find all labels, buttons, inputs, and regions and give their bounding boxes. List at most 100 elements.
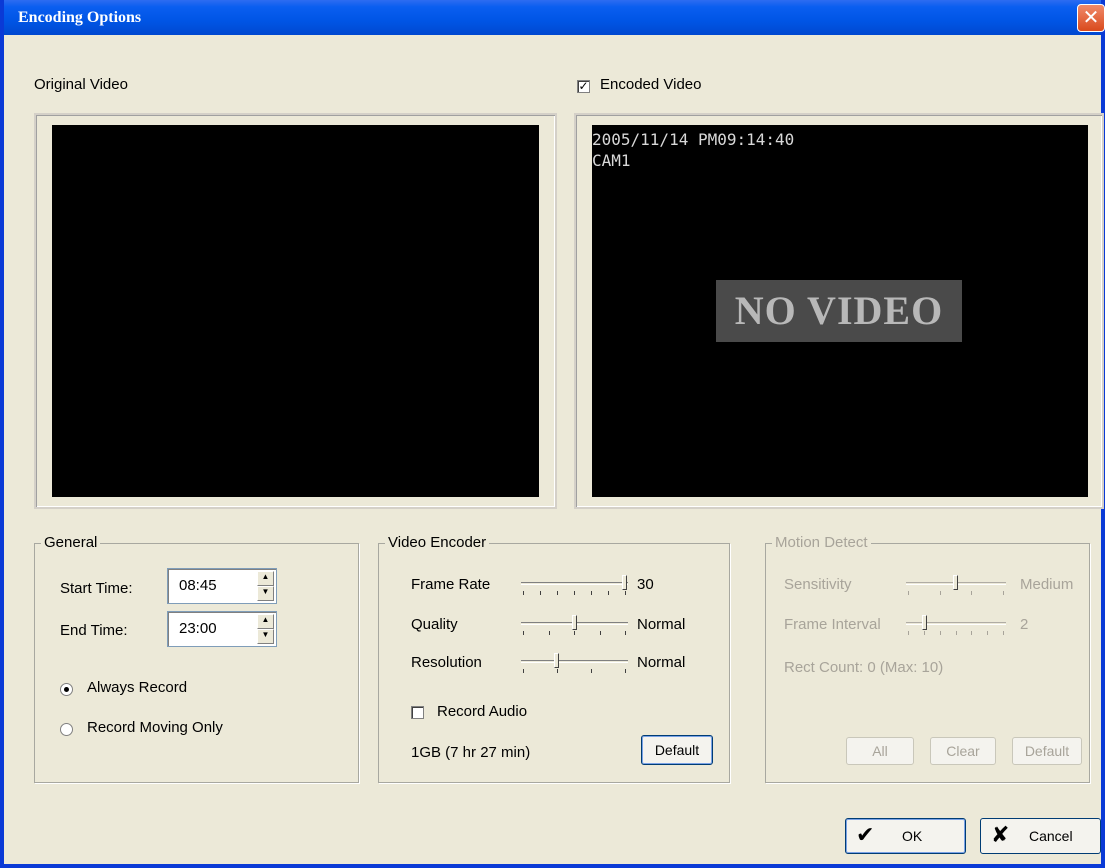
slider-tick: [591, 591, 592, 595]
slider-tick: [971, 631, 972, 635]
slider-tick: [940, 631, 941, 635]
start-time-label: Start Time:: [60, 580, 133, 597]
sensitivity-slider[interactable]: [906, 575, 1006, 595]
motion-all-button[interactable]: All: [846, 737, 914, 765]
slider-thumb[interactable]: [922, 615, 927, 630]
always-record-label: Always Record: [87, 679, 188, 696]
slider-tick: [574, 591, 575, 595]
ok-button[interactable]: ✔ OK: [845, 818, 966, 854]
end-time-value: 23:00: [179, 620, 217, 637]
slider-tick: [625, 631, 626, 635]
slider-tick: [574, 631, 575, 635]
slider-track: [521, 660, 628, 663]
rect-count-text: Rect Count: 0 (Max: 10): [784, 659, 944, 676]
slider-tick: [908, 591, 909, 595]
original-video-screen: [52, 125, 539, 497]
start-time-up-icon[interactable]: ▲: [257, 571, 274, 586]
slider-tick: [540, 591, 541, 595]
encoded-video-checkbox[interactable]: ✓: [577, 80, 590, 93]
encoded-video-screen: 2005/11/14 PM09:14:40 CAM1 NO VIDEO: [592, 125, 1088, 497]
resolution-value: Normal: [637, 654, 686, 671]
slider-tick: [600, 631, 601, 635]
slider-thumb[interactable]: [554, 653, 559, 668]
motion-default-button[interactable]: Default: [1012, 737, 1082, 765]
start-time-spinner: ▲ ▼: [257, 571, 274, 601]
slider-tick: [908, 631, 909, 635]
sensitivity-label: Sensitivity: [784, 576, 852, 593]
record-moving-only-label: Record Moving Only: [87, 719, 223, 736]
slider-tick: [557, 591, 558, 595]
start-time-value: 08:45: [179, 577, 217, 594]
original-video-frame: [34, 113, 557, 509]
slider-thumb[interactable]: [572, 615, 577, 630]
title-bar[interactable]: Encoding Options ✕: [4, 0, 1105, 35]
general-group: General Start Time: 08:45 ▲ ▼ End Time: …: [34, 534, 359, 783]
x-icon: ✘: [991, 822, 1010, 847]
general-group-title: General: [41, 534, 101, 552]
slider-track: [906, 622, 1006, 625]
slider-tick: [557, 669, 558, 673]
frame-rate-slider[interactable]: [521, 575, 628, 595]
slider-tick: [523, 591, 524, 595]
start-time-down-icon[interactable]: ▼: [257, 586, 274, 601]
end-time-label: End Time:: [60, 622, 128, 639]
motion-clear-button[interactable]: Clear: [930, 737, 996, 765]
quality-label: Quality: [411, 616, 458, 633]
osd-camera: CAM1: [592, 151, 631, 170]
slider-tick: [625, 669, 626, 673]
encoder-default-button[interactable]: Default: [641, 735, 713, 765]
quality-slider[interactable]: [521, 615, 628, 635]
slider-tick: [1003, 631, 1004, 635]
cancel-button[interactable]: ✘ Cancel: [980, 818, 1101, 854]
end-time-spinner: ▲ ▼: [257, 614, 274, 644]
end-time-down-icon[interactable]: ▼: [257, 629, 274, 644]
window-title: Encoding Options: [18, 9, 142, 26]
slider-tick: [971, 591, 972, 595]
frame-rate-label: Frame Rate: [411, 576, 491, 593]
slider-tick: [987, 631, 988, 635]
video-encoder-group-title: Video Encoder: [385, 534, 490, 552]
slider-tick: [523, 669, 524, 673]
resolution-label: Resolution: [411, 654, 482, 671]
end-time-up-icon[interactable]: ▲: [257, 614, 274, 629]
motion-detect-group-title: Motion Detect: [772, 534, 871, 552]
slider-tick: [608, 591, 609, 595]
resolution-slider[interactable]: [521, 653, 628, 673]
slider-tick: [523, 631, 524, 635]
record-audio-checkbox[interactable]: [411, 706, 424, 719]
end-time-field[interactable]: 23:00 ▲ ▼: [167, 611, 277, 647]
frame-interval-value: 2: [1020, 616, 1029, 633]
start-time-field[interactable]: 08:45 ▲ ▼: [167, 568, 277, 604]
slider-tick: [940, 591, 941, 595]
original-video-label: Original Video: [34, 76, 128, 93]
no-video-banner: NO VIDEO: [716, 280, 962, 342]
slider-thumb[interactable]: [622, 575, 627, 590]
slider-tick: [625, 591, 626, 595]
slider-thumb[interactable]: [953, 575, 958, 590]
slider-tick: [1003, 591, 1004, 595]
frame-interval-slider[interactable]: [906, 615, 1006, 635]
always-record-radio[interactable]: [60, 683, 73, 696]
slider-tick: [591, 669, 592, 673]
motion-detect-group: Motion Detect Sensitivity Medium Frame I…: [765, 534, 1090, 783]
record-moving-only-radio[interactable]: [60, 723, 73, 736]
osd-timestamp: 2005/11/14 PM09:14:40: [592, 130, 795, 149]
frame-interval-label: Frame Interval: [784, 616, 881, 633]
encoded-video-label: Encoded Video: [600, 76, 702, 93]
cancel-button-label: Cancel: [1029, 828, 1073, 844]
sensitivity-value: Medium: [1020, 576, 1074, 593]
slider-tick: [924, 631, 925, 635]
slider-track: [521, 582, 628, 585]
frame-rate-value: 30: [637, 576, 654, 593]
record-audio-label: Record Audio: [437, 703, 528, 720]
video-encoder-group: Video Encoder Frame Rate 30 Quality Norm…: [378, 534, 730, 783]
quality-value: Normal: [637, 616, 686, 633]
osd-overlay: 2005/11/14 PM09:14:40 CAM1: [592, 129, 794, 171]
encoded-video-frame: 2005/11/14 PM09:14:40 CAM1 NO VIDEO: [574, 113, 1104, 509]
encoding-options-dialog: Encoding Options ✕ Original Video ✓ Enco…: [0, 0, 1105, 868]
storage-estimate: 1GB (7 hr 27 min): [411, 744, 531, 761]
slider-tick: [549, 631, 550, 635]
checkmark-icon: ✔: [856, 822, 875, 847]
close-icon[interactable]: ✕: [1077, 4, 1105, 32]
ok-button-label: OK: [902, 828, 923, 844]
